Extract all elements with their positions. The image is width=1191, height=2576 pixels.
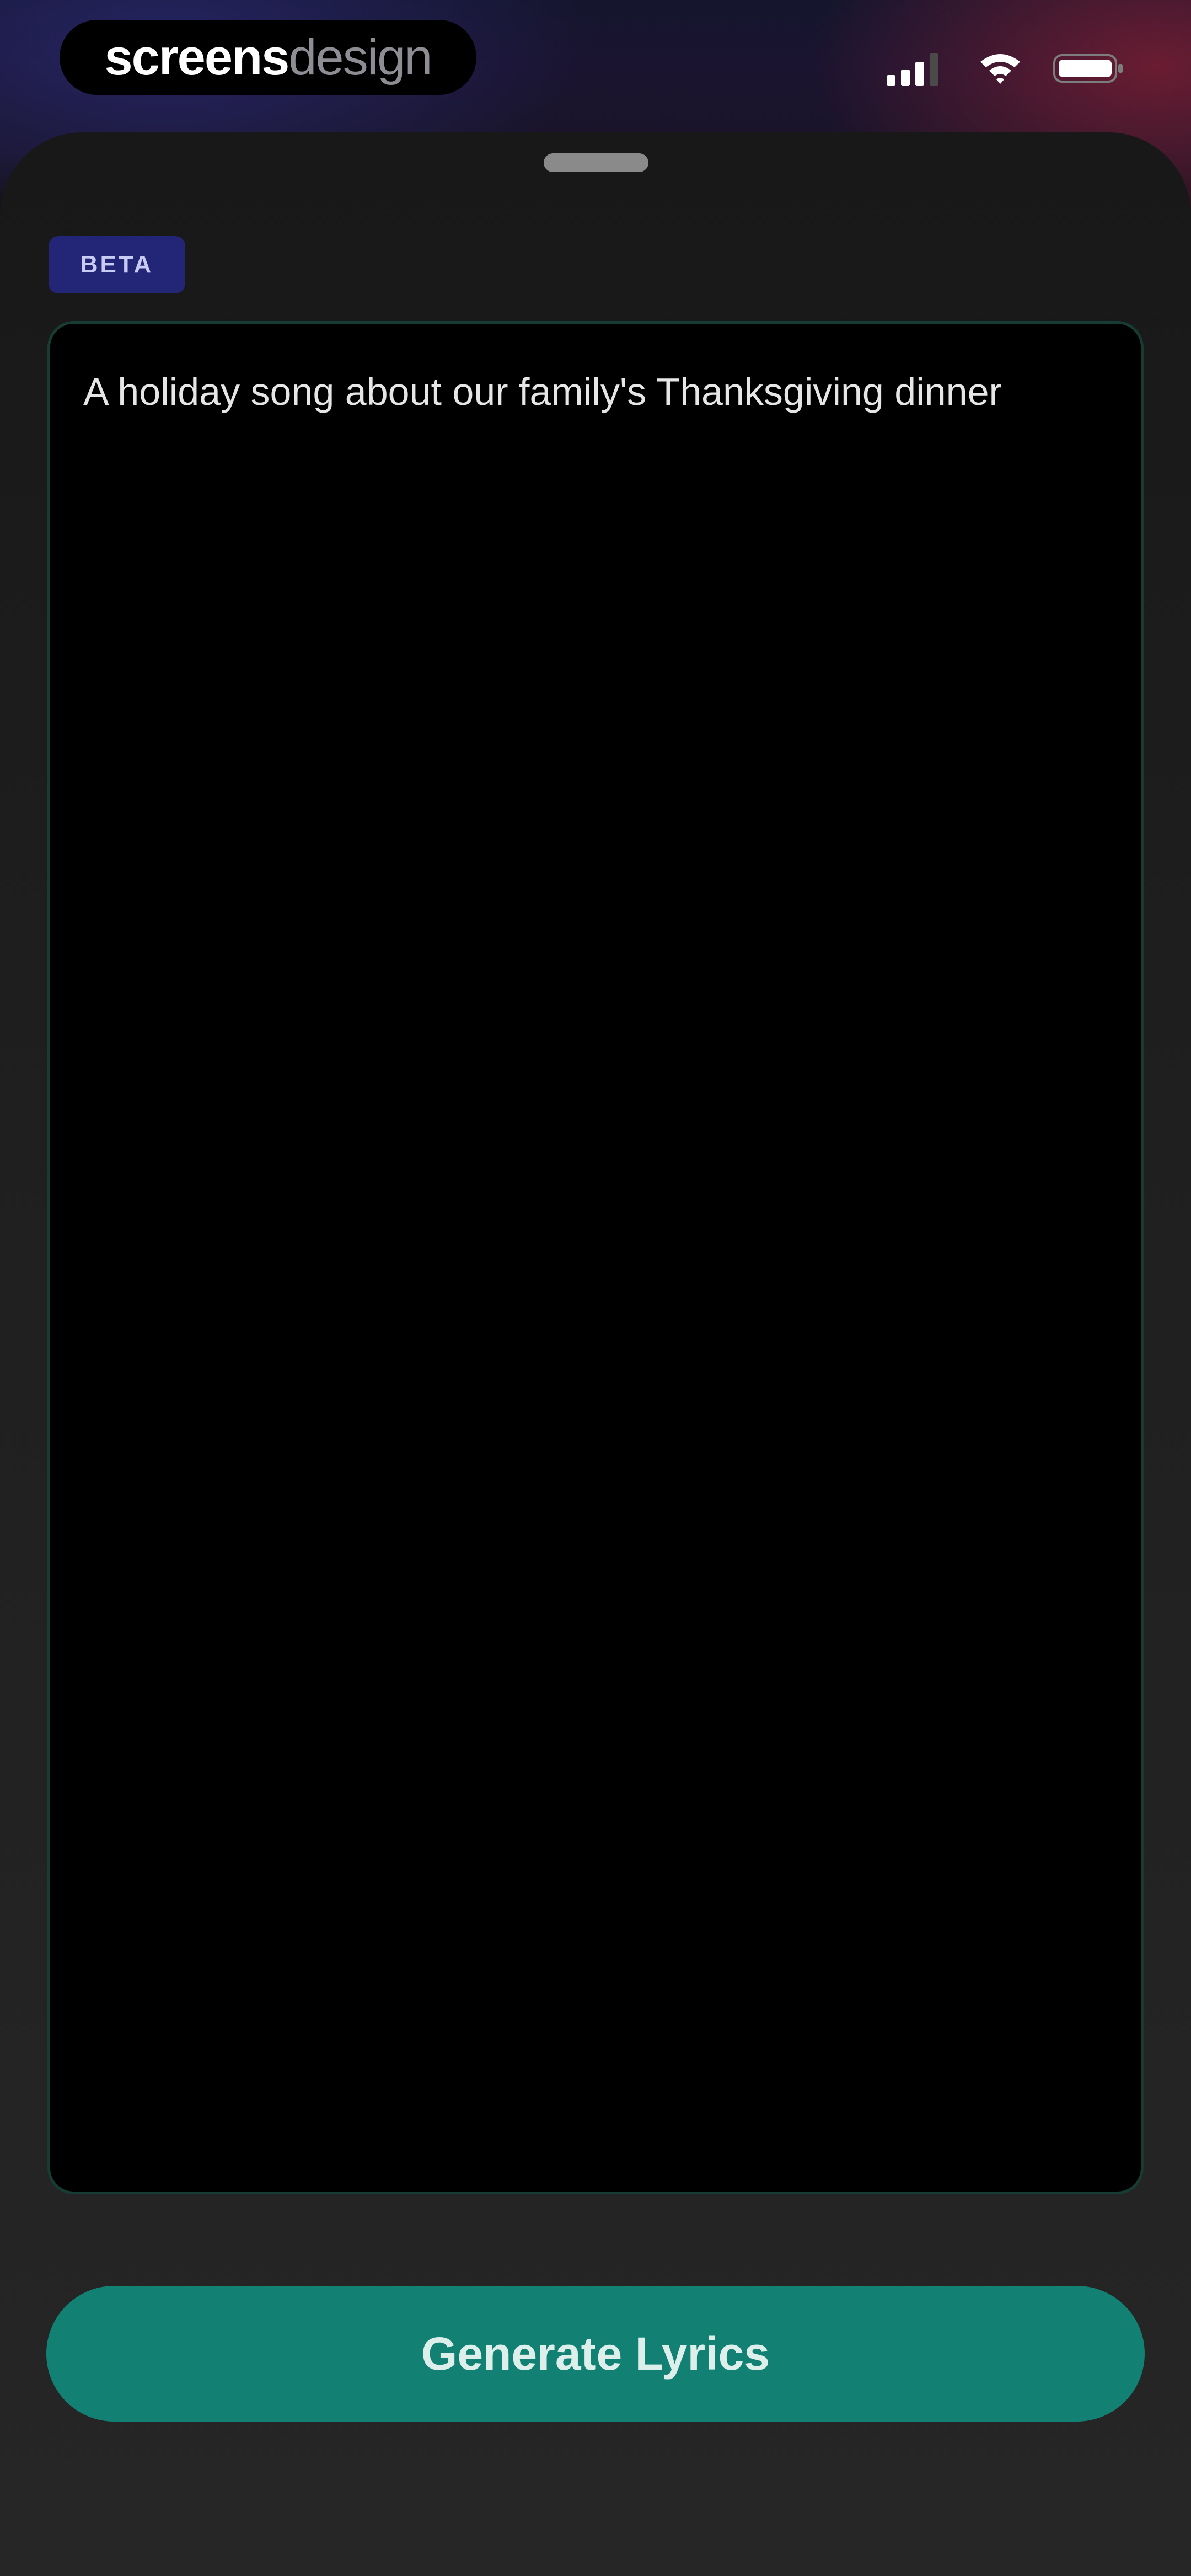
generate-lyrics-button-label: Generate Lyrics bbox=[421, 2327, 770, 2380]
status-bar-icons bbox=[887, 49, 1125, 88]
beta-badge-label: BETA bbox=[80, 251, 154, 278]
watermark-bold-part: screens bbox=[104, 29, 290, 85]
song-prompt-textarea[interactable]: A holiday song about our family's Thanks… bbox=[47, 321, 1144, 2194]
cellular-signal-icon bbox=[887, 51, 947, 86]
watermark-text: screensdesign bbox=[104, 29, 433, 85]
generate-lyrics-button[interactable]: Generate Lyrics bbox=[46, 2286, 1145, 2422]
song-prompt-text[interactable]: A holiday song about our family's Thanks… bbox=[83, 368, 1109, 416]
screensdesign-watermark: screensdesign bbox=[60, 20, 476, 95]
battery-icon bbox=[1053, 51, 1125, 86]
sheet-grabber-handle[interactable] bbox=[544, 153, 648, 172]
beta-badge: BETA bbox=[49, 236, 185, 293]
watermark-light-part: design bbox=[288, 29, 432, 85]
app-screen: screensdesign BETA A holiday song about … bbox=[0, 0, 1191, 2576]
wifi-icon bbox=[978, 51, 1022, 86]
lyrics-bottom-sheet: BETA A holiday song about our family's T… bbox=[0, 132, 1191, 2576]
